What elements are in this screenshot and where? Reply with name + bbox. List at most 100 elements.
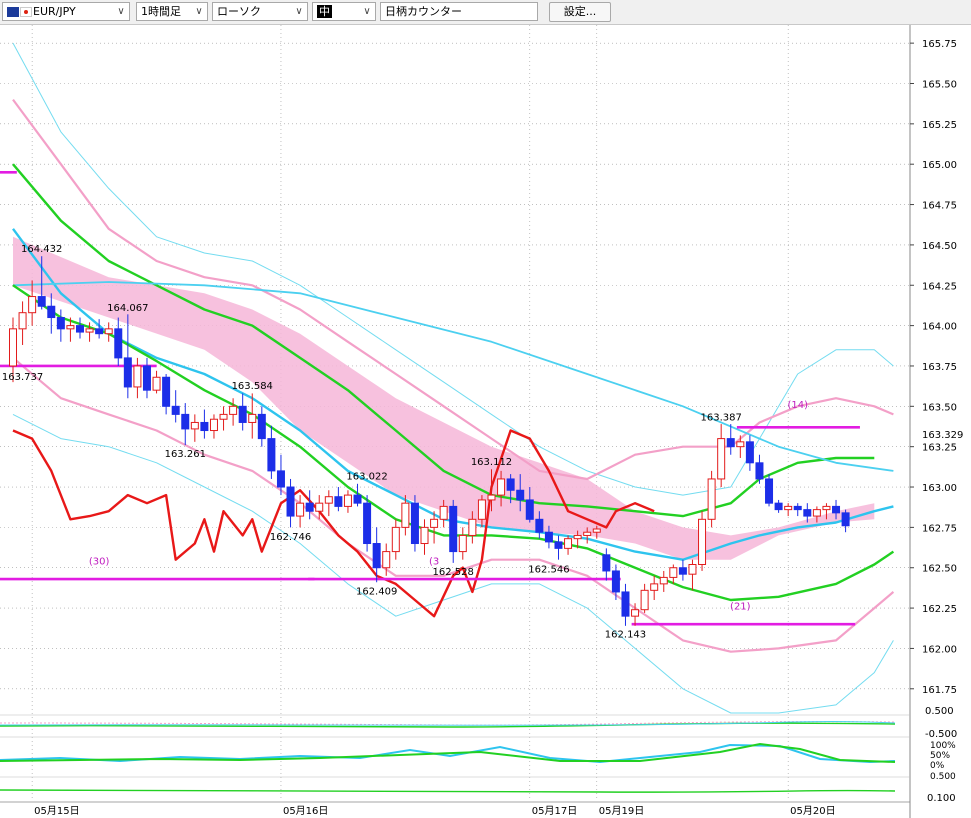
- candle-up: [391, 526, 400, 553]
- candle-down: [238, 405, 247, 423]
- price-label: 163.112: [471, 457, 512, 468]
- candle-down: [334, 496, 343, 507]
- candle-down: [286, 486, 295, 517]
- timeframe-label: 1時間足: [141, 5, 181, 18]
- candle-up: [487, 494, 496, 501]
- candle-up: [736, 441, 745, 448]
- counter-label: (14): [787, 400, 808, 411]
- candle-down: [114, 328, 123, 359]
- osc2-axis-label: 100%: [930, 741, 956, 751]
- price-label: 163.022: [346, 471, 387, 482]
- eu-flag-icon: [7, 7, 19, 17]
- candle-up: [650, 583, 659, 591]
- candle-up: [698, 518, 707, 566]
- chart-background: [0, 25, 971, 818]
- symbol-label: EUR/JPY: [33, 5, 76, 18]
- candle-down: [621, 591, 630, 617]
- candle-down: [142, 365, 151, 391]
- candle-up: [66, 325, 75, 330]
- axis-tick-label: 162.50: [922, 564, 957, 575]
- axis-tick-label: 164.00: [922, 322, 957, 333]
- candle-down: [276, 470, 285, 488]
- candle-up: [707, 478, 716, 520]
- indicator-label: 日柄カウンター: [385, 5, 462, 18]
- osc3-axis-label: 0.100: [927, 793, 956, 804]
- price-label: 162.528: [433, 567, 474, 578]
- symbol-select[interactable]: EUR/JPY ∨: [2, 2, 130, 21]
- counter-label: (3: [429, 557, 439, 568]
- candle-down: [181, 413, 190, 430]
- axis-tick-label: 162.75: [922, 523, 957, 534]
- candle-down: [755, 462, 764, 480]
- osc2-axis-label: 0.500: [930, 772, 956, 782]
- settings-button[interactable]: 設定...: [549, 2, 611, 22]
- candle-down: [726, 438, 735, 448]
- candle-up: [18, 312, 27, 330]
- price-chart[interactable]: 164.432 164.067 163.737 163.584 163.261 163.0…: [0, 25, 971, 818]
- candle-down: [123, 357, 132, 388]
- chevron-down-icon[interactable]: ∨: [113, 3, 129, 20]
- candle-up: [209, 418, 218, 432]
- candle-down: [372, 543, 381, 569]
- price-label: 162.143: [605, 629, 646, 640]
- axis-tick-label: 163.25: [922, 443, 957, 454]
- candle-down: [525, 499, 534, 520]
- candle-down: [75, 325, 84, 333]
- osc2-axis-label: 0%: [930, 761, 945, 771]
- candle-down: [95, 328, 104, 335]
- price-label: 163.737: [2, 372, 43, 383]
- chevron-down-icon[interactable]: ∨: [191, 3, 207, 20]
- candle-up: [688, 564, 697, 575]
- candle-up: [382, 551, 391, 569]
- price-label: 162.746: [270, 532, 311, 543]
- candle-up: [439, 505, 448, 520]
- date-label: 05月16日: [283, 805, 328, 817]
- candle-up: [315, 502, 324, 512]
- candle-up: [659, 576, 668, 585]
- counter-label: (21): [730, 602, 751, 613]
- candle-up: [812, 509, 821, 517]
- candle-up: [248, 413, 257, 423]
- japan-flag-icon: [20, 7, 32, 17]
- candle-down: [47, 305, 56, 319]
- candle-down: [535, 518, 544, 533]
- candle-down: [363, 502, 372, 545]
- candle-down: [410, 502, 419, 545]
- chevron-down-icon[interactable]: ∨: [291, 3, 307, 20]
- axis-tick-label: 165.50: [922, 79, 957, 90]
- candle-down: [516, 489, 525, 501]
- axis-tick-label: 164.50: [922, 241, 957, 252]
- candle-down: [554, 541, 563, 549]
- size-select[interactable]: 中 ∨: [312, 2, 376, 21]
- price-label: 162.546: [528, 564, 569, 575]
- indicator-field[interactable]: 日柄カウンター: [380, 2, 538, 21]
- counter-label: (30): [89, 557, 110, 568]
- axis-tick-label: 165.25: [922, 120, 957, 131]
- candle-down: [449, 505, 458, 553]
- chart-type-select[interactable]: ローソク ∨: [212, 2, 308, 21]
- candle-down: [745, 441, 754, 464]
- timeframe-select[interactable]: 1時間足 ∨: [136, 2, 208, 21]
- date-label: 05月17日: [532, 805, 577, 817]
- candle-down: [602, 554, 611, 572]
- candle-up: [420, 526, 429, 545]
- chevron-down-icon[interactable]: ∨: [359, 3, 375, 20]
- candle-down: [765, 478, 774, 504]
- date-label: 05月19日: [599, 805, 644, 817]
- candle-down: [37, 296, 46, 307]
- candle-up: [468, 518, 477, 536]
- price-label: 162.409: [356, 586, 397, 597]
- candle-down: [506, 478, 515, 491]
- date-label: 05月15日: [34, 805, 79, 817]
- plot-area: [0, 25, 971, 818]
- osc1-axis-label: 0.500: [925, 706, 954, 717]
- candle-up: [324, 496, 333, 504]
- price-label: 163.387: [701, 413, 742, 424]
- candle-up: [152, 376, 161, 391]
- candle-down: [171, 405, 180, 415]
- candle-down: [774, 502, 783, 511]
- candle-up: [296, 502, 305, 517]
- candle-down: [162, 376, 171, 407]
- candle-up: [784, 505, 793, 511]
- axis-tick-label: 161.75: [922, 685, 957, 696]
